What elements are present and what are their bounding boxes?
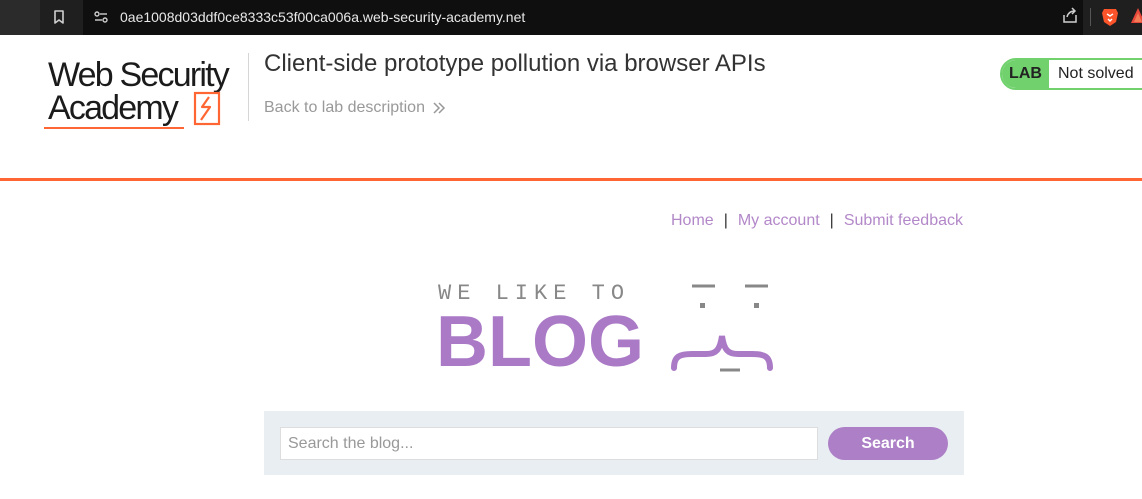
header-orange-rule	[0, 178, 1142, 181]
lab-status-widget: LAB Not solved	[1000, 58, 1142, 90]
header-divider	[248, 53, 249, 121]
logo-text-line1: Web Security	[48, 56, 230, 94]
browser-toolbar: 0ae1008d03ddf0ce8333c53f00ca006a.web-sec…	[0, 0, 1142, 35]
lab-title: Client-side prototype pollution via brow…	[264, 50, 766, 77]
nav-separator: |	[723, 212, 728, 229]
site-info-icon[interactable]	[91, 7, 111, 27]
search-panel: Search	[264, 411, 964, 475]
back-to-lab-description-link[interactable]: Back to lab description	[264, 98, 425, 118]
toolbar-divider	[1090, 8, 1091, 26]
nav-home-link[interactable]: Home	[671, 212, 714, 229]
banner-title: BLOG	[436, 302, 644, 382]
double-chevron-right-icon[interactable]	[432, 100, 446, 116]
nav-submit-feedback-link[interactable]: Submit feedback	[844, 212, 963, 229]
logo-text-line2: Academy	[48, 89, 179, 127]
tab-strip-edge	[0, 0, 40, 35]
lab-header: Web Security Academy Client-side prototy…	[0, 35, 1142, 178]
blog-banner: WE LIKE TO BLOG	[430, 278, 800, 378]
lab-status-label: LAB	[1002, 60, 1049, 88]
search-button[interactable]: Search	[828, 427, 948, 460]
web-security-academy-logo[interactable]: Web Security Academy	[44, 55, 249, 131]
academy-lightning-icon	[193, 91, 221, 126]
brave-lion-icon[interactable]	[1100, 6, 1120, 28]
nav-separator: |	[829, 212, 834, 229]
lab-status-text: Not solved	[1058, 65, 1134, 82]
logo-underline	[44, 127, 184, 129]
nav-my-account-link[interactable]: My account	[738, 212, 820, 229]
brave-rewards-icon[interactable]	[1130, 6, 1142, 26]
share-icon[interactable]	[1060, 6, 1080, 26]
blog-nav: Home | My account | Submit feedback	[671, 211, 963, 231]
curly-brace-face-icon	[671, 284, 773, 372]
search-input[interactable]	[280, 427, 818, 460]
bookmark-icon[interactable]	[49, 7, 69, 27]
address-bar-url[interactable]: 0ae1008d03ddf0ce8333c53f00ca006a.web-sec…	[120, 7, 525, 27]
